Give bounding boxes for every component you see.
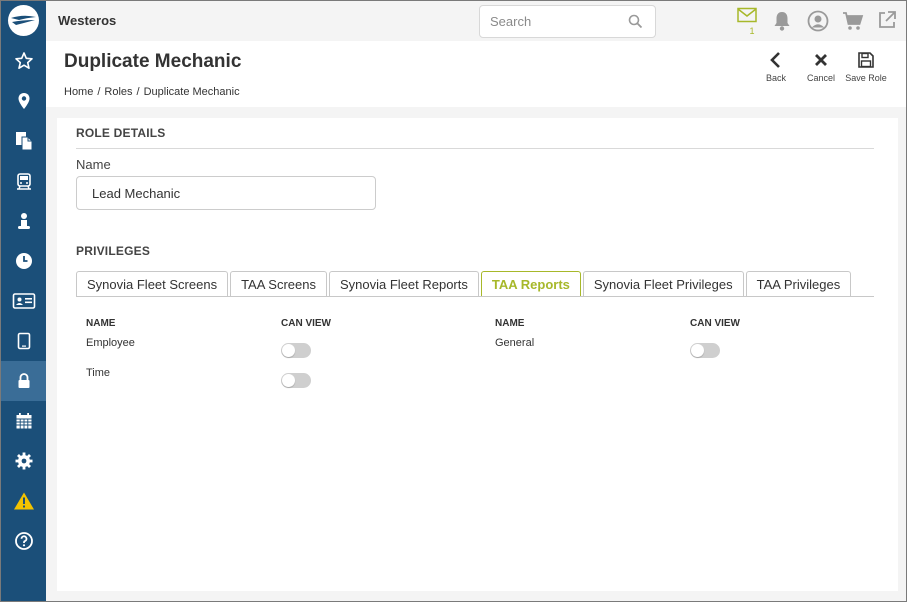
privilege-name: Employee — [86, 337, 135, 349]
section-divider — [76, 148, 874, 149]
breadcrumb-roles[interactable]: Roles — [104, 86, 132, 98]
map-pin-icon — [18, 93, 29, 109]
name-column-header: NAME — [495, 318, 525, 329]
app-window: Westeros 1 Duplicate Mechanic Home / — [0, 0, 907, 602]
close-icon — [815, 54, 827, 66]
can-view-toggle[interactable] — [281, 373, 311, 388]
role-details-heading: ROLE DETAILS — [76, 126, 166, 140]
back-button-label: Back — [765, 73, 786, 83]
sidebar-item-badges[interactable] — [1, 281, 46, 321]
toggle-knob — [691, 344, 704, 357]
page-header: Duplicate Mechanic Home / Roles / Duplic… — [46, 41, 906, 107]
privilege-tabs: Synovia Fleet Screens TAA Screens Synovi… — [76, 271, 853, 297]
lock-icon — [18, 373, 29, 388]
logo-mark — [11, 15, 36, 25]
org-name: Westeros — [58, 13, 117, 28]
toggle-knob — [282, 344, 295, 357]
star-icon — [14, 52, 33, 69]
toggle-knob — [282, 374, 295, 387]
privilege-name: General — [495, 337, 535, 349]
breadcrumb-separator: / — [97, 86, 101, 98]
sidebar-item-people[interactable] — [1, 201, 46, 241]
breadcrumb-current: Duplicate Mechanic — [143, 86, 240, 98]
role-form: ROLE DETAILS Name PRIVILEGES Synovia Fle… — [57, 118, 898, 591]
sidebar-item-vehicles[interactable] — [1, 161, 46, 201]
logo[interactable] — [8, 5, 39, 36]
privilege-name: Time — [86, 367, 111, 379]
user-profile-icon[interactable] — [807, 10, 829, 37]
tablet-icon — [17, 332, 30, 350]
tab-taa-screens[interactable]: TAA Screens — [230, 271, 327, 297]
sidebar-item-devices[interactable] — [1, 321, 46, 361]
tab-underline — [76, 296, 874, 297]
sidebar-item-locations[interactable] — [1, 81, 46, 121]
privileges-heading: PRIVILEGES — [76, 244, 151, 258]
name-label: Name — [76, 157, 111, 172]
bell-icon[interactable] — [772, 10, 792, 37]
page-title: Duplicate Mechanic — [64, 51, 242, 72]
mail-count-badge: 1 — [749, 26, 755, 36]
calendar-icon — [16, 413, 31, 429]
search-input[interactable] — [490, 14, 620, 29]
tab-taa-reports[interactable]: TAA Reports — [480, 271, 581, 297]
name-column-header: NAME — [86, 318, 116, 329]
sidebar-item-security[interactable] — [1, 361, 46, 401]
tab-synovia-fleet-privileges[interactable]: Synovia Fleet Privileges — [582, 271, 744, 297]
breadcrumb: Home / Roles / Duplicate Mechanic — [64, 86, 240, 98]
can-view-column-header: CAN VIEW — [281, 318, 331, 329]
id-card-icon — [12, 293, 35, 309]
sidebar-item-time[interactable] — [1, 241, 46, 281]
cancel-button[interactable]: Cancel — [798, 51, 844, 83]
warning-icon — [13, 492, 34, 510]
sidebar-item-help[interactable] — [1, 521, 46, 561]
help-icon — [14, 532, 33, 550]
search-box[interactable] — [479, 5, 656, 38]
breadcrumb-home[interactable]: Home — [64, 86, 93, 98]
documents-icon — [15, 132, 32, 151]
sidebar-item-settings[interactable] — [1, 441, 46, 481]
save-disk-icon — [858, 52, 874, 68]
bus-icon — [16, 173, 31, 190]
clock-icon — [15, 253, 32, 269]
mail-icon[interactable] — [737, 7, 757, 28]
search-icon[interactable] — [628, 14, 643, 34]
can-view-toggle[interactable] — [281, 343, 311, 358]
sidebar-item-calendar[interactable] — [1, 401, 46, 441]
gear-icon — [15, 452, 32, 470]
sidebar-item-alerts[interactable] — [1, 481, 46, 521]
chevron-left-icon — [770, 52, 780, 68]
top-bar: Westeros 1 — [46, 1, 906, 41]
tab-taa-privileges[interactable]: TAA Privileges — [745, 271, 852, 297]
person-icon — [17, 213, 30, 229]
role-name-input[interactable] — [76, 176, 376, 210]
tab-synovia-fleet-reports[interactable]: Synovia Fleet Reports — [328, 271, 479, 297]
save-role-button[interactable]: Save Role — [843, 51, 889, 83]
breadcrumb-separator: / — [136, 86, 140, 98]
can-view-toggle[interactable] — [690, 343, 720, 358]
save-role-button-label: Save Role — [845, 73, 887, 83]
back-button[interactable]: Back — [753, 51, 799, 83]
cart-icon[interactable] — [842, 11, 864, 36]
sidebar-item-favorites[interactable] — [1, 41, 46, 81]
can-view-column-header: CAN VIEW — [690, 318, 740, 329]
sidebar-item-documents[interactable] — [1, 121, 46, 161]
sidebar — [1, 1, 46, 601]
external-link-icon[interactable] — [877, 10, 897, 35]
cancel-button-label: Cancel — [806, 73, 835, 83]
tab-synovia-fleet-screens[interactable]: Synovia Fleet Screens — [76, 271, 229, 297]
